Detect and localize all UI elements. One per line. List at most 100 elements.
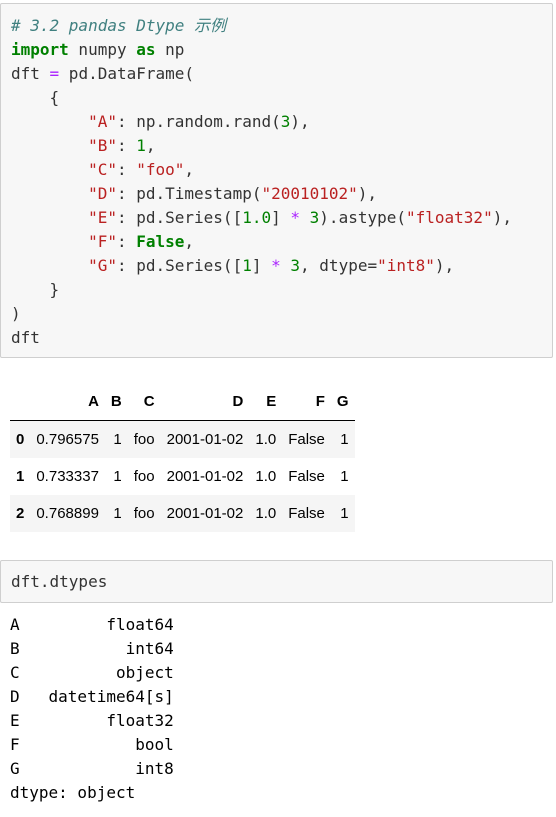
code-cell-dtypes[interactable]: dft.dtypes: [0, 560, 553, 603]
code-token: : pd.Timestamp(: [116, 184, 262, 203]
table-cell: 0.768899: [36, 505, 99, 522]
output-line: B int64: [10, 639, 174, 658]
column-header: C: [127, 383, 161, 421]
code-line: "F": False,: [11, 230, 552, 254]
table-cell: 1.0: [255, 431, 277, 448]
output-line: dtype: object: [10, 783, 136, 802]
code-line: "B": 1,: [11, 134, 552, 158]
table-cell: foo: [133, 468, 155, 485]
code-token: dft: [11, 64, 50, 83]
code-token: "E": [88, 208, 117, 227]
output-line: F bool: [10, 735, 174, 754]
code-token: dft: [11, 328, 40, 347]
code-line: {: [11, 86, 552, 110]
code-line: "A": np.random.rand(3),: [11, 110, 552, 134]
code-token: "B": [88, 136, 117, 155]
code-token: numpy: [68, 40, 137, 59]
table-cell: 1: [113, 431, 122, 448]
code-line: dft: [11, 326, 552, 350]
code-token: False: [136, 232, 185, 251]
code-line: # 3.2 pandas Dtype 示例: [11, 14, 552, 38]
column-header: B: [104, 383, 128, 421]
table-cell: 0.733337: [36, 468, 99, 485]
code-token: "C": [88, 160, 117, 179]
table-cell: 1: [340, 468, 349, 485]
code-token: ).astype(: [319, 208, 406, 227]
output-line: D datetime64[s]: [10, 687, 174, 706]
code-token: ]: [251, 256, 272, 275]
column-header: F: [282, 383, 331, 421]
code-token: : pd.Series([: [116, 208, 243, 227]
table-cell: foo: [133, 431, 155, 448]
code-token: =: [49, 64, 60, 83]
code-line: "E": pd.Series([1.0] * 3).astype("float3…: [11, 206, 552, 230]
code-token: "D": [88, 184, 117, 203]
code-token: :: [116, 232, 137, 251]
column-header: A: [30, 383, 105, 421]
code-token: import: [11, 40, 69, 59]
table-cell: 2001-01-02: [166, 505, 244, 522]
code-token: np: [155, 40, 185, 59]
code-token: : pd.Series([: [116, 256, 243, 275]
code-token: 3: [280, 112, 291, 131]
table-cell: 1.0: [255, 505, 277, 522]
table-cell: False: [288, 468, 325, 485]
code-line: dft = pd.DataFrame(: [11, 62, 552, 86]
row-index: 1: [16, 468, 25, 485]
code-token: *: [271, 256, 281, 275]
code-token: pd.DataFrame(: [59, 64, 195, 83]
output-line: E float32: [10, 711, 174, 730]
code-token: ): [11, 304, 21, 323]
code-editor-1[interactable]: # 3.2 pandas Dtype 示例 import numpy as np d…: [1, 4, 552, 350]
code-line: ): [11, 302, 552, 326]
code-editor-2[interactable]: dft.dtypes: [1, 561, 552, 594]
code-line: "G": pd.Series([1] * 3, dtype="int8"),: [11, 254, 552, 278]
column-header: E: [249, 383, 283, 421]
dtypes-output: A float64 B int64 C object D datetime64[s] E…: [10, 613, 174, 805]
output-line: C object: [10, 663, 174, 682]
code-line: import numpy as np: [11, 38, 552, 62]
row-index: 0: [16, 431, 25, 448]
code-token: ),: [290, 112, 310, 131]
code-token: ,: [184, 232, 195, 251]
code-token: "20010102": [261, 184, 358, 203]
code-token: 1: [136, 136, 146, 155]
row-index: 2: [16, 505, 25, 522]
column-header: D: [160, 383, 250, 421]
table-row: 0 0.796575 1 foo 2001-01-02 1.0 False 1: [10, 420, 355, 458]
code-line: "D": pd.Timestamp("20010102"),: [11, 182, 552, 206]
table-cell: foo: [133, 505, 155, 522]
code-token: # 3.2 pandas Dtype 示例: [11, 16, 227, 35]
code-token: :: [116, 136, 137, 155]
code-token: "A": [88, 112, 117, 131]
table-header-row: ABCDEFG: [10, 383, 355, 421]
output-line: A float64: [10, 615, 174, 634]
code-token: "int8": [377, 256, 435, 275]
table-row: 1 0.733337 1 foo 2001-01-02 1.0 False 1: [10, 458, 355, 495]
code-token: 3: [309, 208, 320, 227]
code-cell-dataframe[interactable]: # 3.2 pandas Dtype 示例 import numpy as np d…: [0, 3, 553, 358]
table-cell: False: [288, 431, 325, 448]
table-cell: 1: [340, 505, 349, 522]
column-header: [10, 383, 31, 421]
code-line: }: [11, 278, 552, 302]
code-token: "F": [88, 232, 117, 251]
code-token: "foo": [136, 160, 185, 179]
code-token: ,: [184, 160, 195, 179]
table-row: 2 0.768899 1 foo 2001-01-02 1.0 False 1: [10, 495, 355, 532]
table-cell: 1: [113, 468, 122, 485]
code-token: "G": [88, 256, 117, 275]
code-token: 1.0: [242, 208, 272, 227]
code-token: }: [11, 280, 60, 299]
code-token: as: [136, 40, 156, 59]
code-line: "C": "foo",: [11, 158, 552, 182]
code-token: ),: [357, 184, 378, 203]
table-cell: 1: [113, 505, 122, 522]
